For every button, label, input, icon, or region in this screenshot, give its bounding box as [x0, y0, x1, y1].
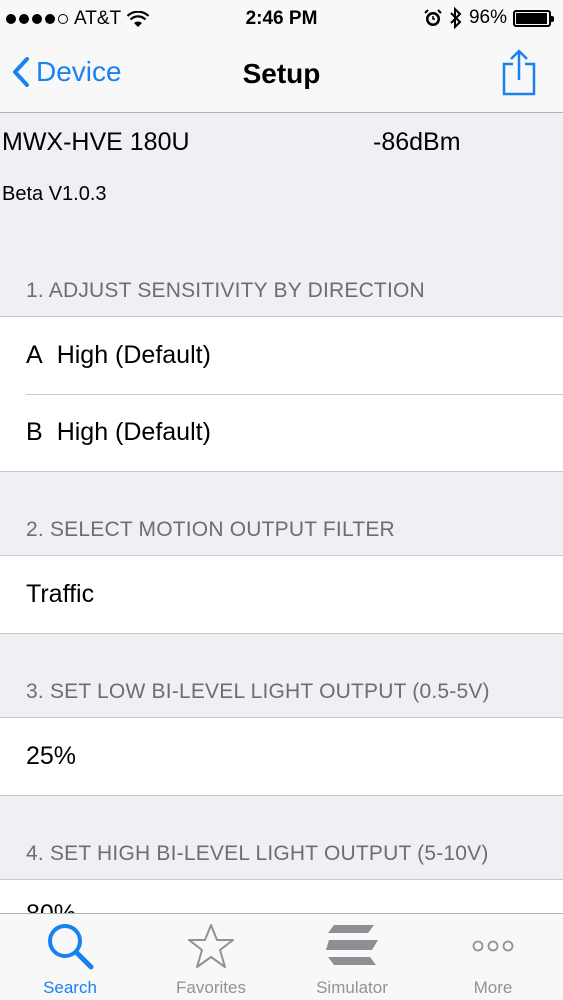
tab-search-label: Search — [43, 978, 97, 997]
section-header-sensitivity: 1. ADJUST SENSITIVITY BY DIRECTION — [26, 279, 425, 302]
navigation-bar: Device Setup — [0, 38, 563, 113]
low-output-group: 25% — [0, 717, 563, 796]
sensitivity-row-a[interactable]: A High (Default) — [0, 317, 563, 394]
direction-label: B — [26, 418, 43, 446]
motion-filter-group: Traffic — [0, 555, 563, 634]
tab-simulator-label: Simulator — [316, 978, 388, 997]
sensitivity-group: A High (Default) B High (Default) — [0, 316, 563, 472]
battery-percent: 96% — [468, 7, 507, 28]
sensitivity-value: High (Default) — [56, 341, 211, 369]
more-icon — [472, 940, 514, 952]
star-icon — [188, 924, 234, 968]
direction-label: A — [26, 341, 43, 369]
share-icon — [502, 49, 536, 96]
motion-filter-value: Traffic — [26, 580, 95, 608]
battery-icon — [513, 9, 554, 27]
device-name: MWX-HVE 180U — [2, 128, 190, 156]
tab-more[interactable]: More — [423, 914, 563, 1000]
tab-bar: Search Favorites Simulator More — [0, 913, 563, 1000]
sensitivity-value: High (Default) — [56, 418, 211, 446]
tab-favorites[interactable]: Favorites — [141, 914, 281, 1000]
tab-favorites-label: Favorites — [176, 978, 246, 997]
device-info: MWX-HVE 180U -86dBm Beta V1.0.3 — [0, 114, 563, 254]
section-header-high-output: 4. SET HIGH BI-LEVEL LIGHT OUTPUT (5-10V… — [26, 842, 489, 865]
tab-search[interactable]: Search — [0, 914, 140, 1000]
status-bar: AT&T 2:46 PM 96% — [0, 0, 563, 38]
bluetooth-icon — [450, 7, 462, 29]
device-signal: -86dBm — [373, 128, 461, 156]
share-button[interactable] — [501, 48, 537, 101]
page-title: Setup — [242, 58, 321, 89]
low-output-row[interactable]: 25% — [0, 718, 563, 795]
low-output-value: 25% — [26, 742, 77, 770]
simulator-icon — [326, 925, 378, 965]
sensitivity-row-b[interactable]: B High (Default) — [0, 394, 563, 471]
alarm-icon — [424, 9, 442, 26]
motion-filter-row[interactable]: Traffic — [0, 556, 563, 633]
search-icon — [48, 924, 94, 970]
tab-more-label: More — [473, 978, 513, 997]
section-header-low-output: 3. SET LOW BI-LEVEL LIGHT OUTPUT (0.5-5V… — [26, 680, 490, 703]
firmware-version: Beta V1.0.3 — [2, 183, 107, 205]
section-header-motion-filter: 2. SELECT MOTION OUTPUT FILTER — [26, 518, 395, 541]
tab-simulator[interactable]: Simulator — [282, 914, 422, 1000]
